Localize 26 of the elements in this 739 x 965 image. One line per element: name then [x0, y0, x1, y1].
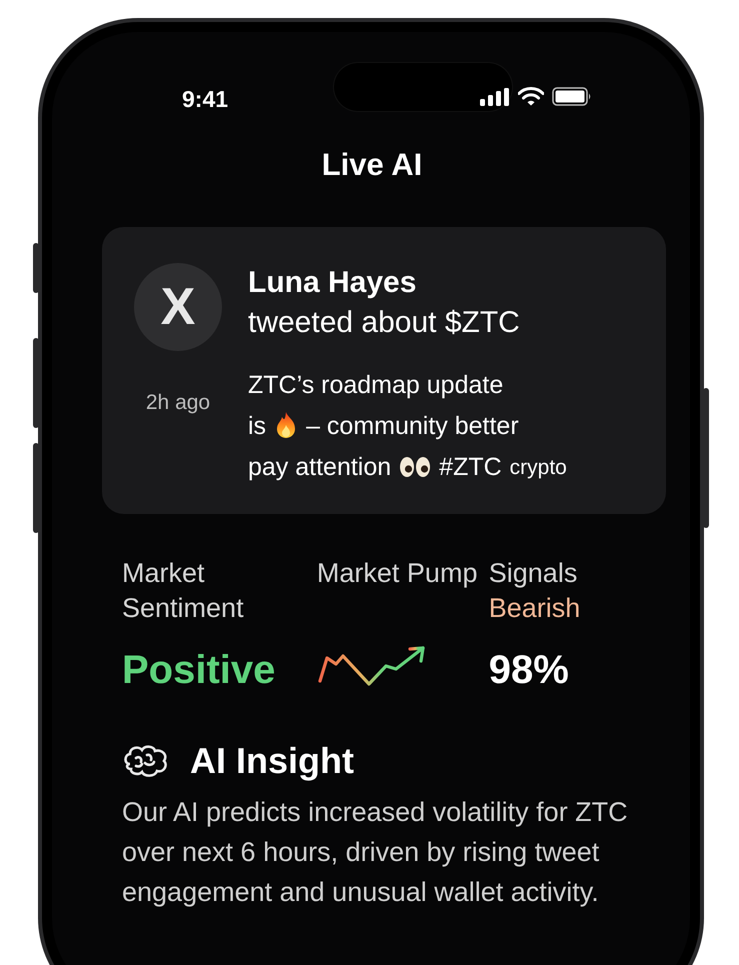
- tweet-tag: crypto: [510, 446, 567, 488]
- tweet-text: pay attention: [248, 452, 392, 482]
- eyes-icon: [399, 456, 432, 478]
- wifi-icon: [518, 87, 544, 106]
- status-time: 9:41: [182, 85, 228, 114]
- sentiment-value: Positive: [122, 646, 276, 694]
- signal-status: Bearish: [488, 592, 582, 624]
- stat-label: Market Sentiment: [122, 556, 245, 624]
- insight-text: Our AI predicts increased volatility for ZTC over next 6 hours, driven by rising tweet engagement and unusual wallet activity.: [122, 796, 629, 909]
- stat-label: Signals: [488, 556, 578, 590]
- stat-label: Market Pump: [316, 556, 478, 590]
- author-name: Luna Hayes: [248, 264, 418, 300]
- battery-icon: [552, 87, 592, 106]
- signal-icon: [480, 88, 510, 106]
- tweet-headline: tweeted about $ZTC: [248, 304, 521, 340]
- tweet-text: – community better: [306, 410, 519, 442]
- tweet-text: ZTC’s roadmap update: [248, 370, 504, 400]
- signal-percent: 98%: [488, 646, 570, 694]
- tweet-age: 2h ago: [146, 390, 210, 416]
- avatar: X: [134, 262, 222, 350]
- side-button[interactable]: [33, 243, 39, 293]
- insight-title: AI Insight: [190, 738, 354, 783]
- page-title: Live AI: [320, 146, 424, 184]
- tweet-text: #ZTC: [439, 452, 502, 482]
- tweet-text: is: [248, 410, 266, 442]
- brain-icon: [122, 744, 170, 778]
